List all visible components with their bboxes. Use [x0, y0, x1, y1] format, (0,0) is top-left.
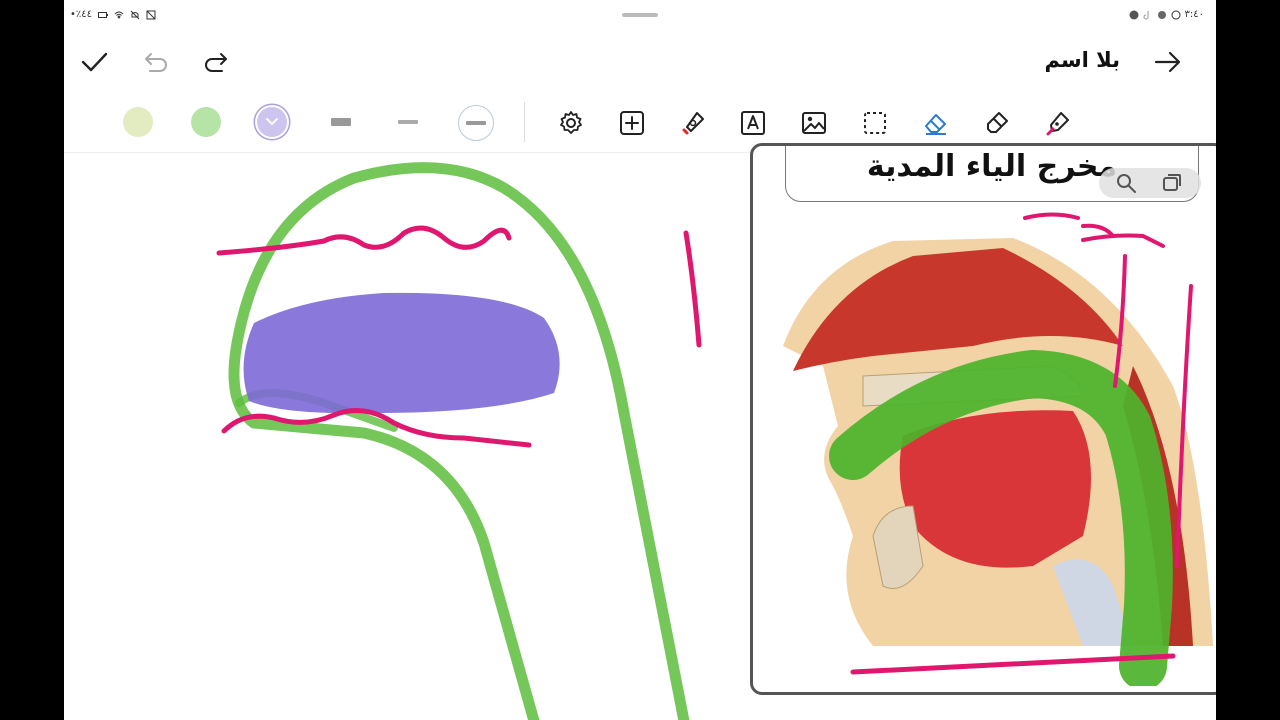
eraser-icon — [925, 114, 946, 135]
pen-tool-button[interactable] — [1041, 106, 1075, 140]
color-swatch-1[interactable] — [123, 107, 153, 137]
thick-stroke-icon — [331, 118, 351, 126]
handwritten-drawing — [216, 162, 702, 720]
status-left: •٪٤٤ — [70, 9, 156, 20]
facebook-icon — [1129, 10, 1139, 19]
settings-button[interactable] — [554, 106, 588, 140]
pen-icon — [1046, 112, 1069, 136]
thickness-option-medium[interactable] — [391, 107, 425, 137]
lasso-tool-button[interactable] — [858, 106, 892, 140]
image-tool-button[interactable] — [797, 106, 831, 140]
undo-icon — [145, 53, 167, 72]
medium-stroke-icon — [398, 120, 418, 124]
battery-icon — [98, 11, 109, 18]
add-box-icon — [620, 111, 644, 135]
battery-text: •٪٤٤ — [70, 9, 93, 20]
app-icon — [1157, 10, 1166, 19]
drag-handle[interactable] — [622, 13, 658, 17]
highlighter-tool-button[interactable] — [676, 106, 710, 140]
tiktok-icon — [1143, 10, 1149, 19]
clock-text: ٣:٤٠ — [1184, 9, 1204, 20]
document-title[interactable]: بلا اسم — [1045, 48, 1120, 72]
check-icon — [81, 52, 108, 72]
mouth-anatomy-illustration — [783, 212, 1213, 686]
copy-icon — [1163, 174, 1181, 191]
forward-arrow-icon — [1154, 51, 1181, 73]
top-bar: بلا اسم — [64, 36, 1216, 86]
copy-button[interactable] — [1161, 172, 1183, 194]
green-mouth-outline-stroke — [228, 162, 690, 720]
pink-wavy-line-top — [216, 225, 512, 256]
marker-tool-button[interactable] — [980, 106, 1014, 140]
highlighter-tool-icon — [682, 112, 704, 135]
eraser-tool-button[interactable] — [919, 106, 953, 140]
wifi-icon — [114, 11, 124, 19]
whatsapp-icon — [1171, 10, 1181, 19]
thickness-option-large[interactable] — [324, 107, 358, 137]
lasso-select-icon — [864, 112, 886, 134]
thickness-option-small-selected[interactable] — [458, 105, 494, 141]
pink-alif-stroke — [683, 230, 702, 348]
text-tool-button[interactable] — [736, 106, 770, 140]
done-button[interactable] — [78, 46, 110, 78]
no-sim-icon — [146, 10, 156, 19]
zoom-button[interactable] — [1115, 172, 1137, 194]
toolbar-divider — [524, 102, 525, 142]
marker-icon — [987, 112, 1008, 133]
image-actions-pill — [1099, 168, 1201, 198]
imported-image-card[interactable]: مخرج الياء المدية — [750, 143, 1216, 695]
thin-stroke-icon — [466, 121, 486, 125]
zoom-icon — [1117, 174, 1136, 193]
settings-icon — [560, 111, 582, 134]
redo-button[interactable] — [200, 46, 232, 78]
text-box-icon — [741, 111, 765, 135]
add-button[interactable] — [615, 106, 649, 140]
purple-tongue-shape — [243, 292, 560, 414]
color-swatch-2[interactable] — [191, 107, 221, 137]
image-icon — [802, 112, 826, 134]
drawing-canvas[interactable]: مخرج الياء المدية — [64, 143, 1216, 720]
undo-button[interactable] — [140, 46, 172, 78]
tablet-screen: •٪٤٤ ٣:٤٠ بلا اسم مخرج الياء المدية — [64, 0, 1216, 720]
redo-icon — [205, 53, 227, 72]
color-swatch-3-selected[interactable] — [257, 107, 287, 137]
forward-button[interactable] — [1152, 46, 1184, 78]
status-right: ٣:٤٠ — [1129, 9, 1204, 20]
chevron-down-icon — [266, 118, 278, 126]
mute-icon — [130, 10, 140, 19]
pink-stroke-top-word — [1023, 212, 1165, 248]
